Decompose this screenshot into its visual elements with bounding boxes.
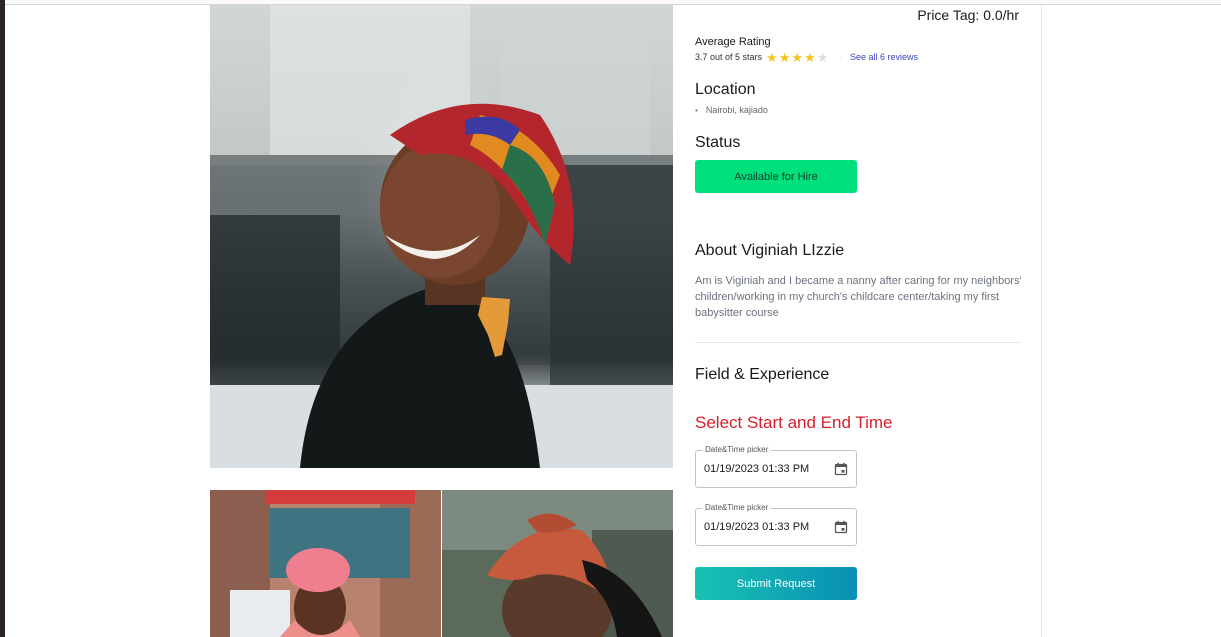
about-heading: About Viginiah LIzzie xyxy=(695,242,845,259)
profile-main-photo xyxy=(210,5,673,468)
available-for-hire-button[interactable]: Available for Hire xyxy=(695,160,857,193)
section-divider xyxy=(695,342,1021,343)
select-time-title: Select Start and End Time xyxy=(695,413,893,432)
status-heading: Status xyxy=(695,134,741,151)
start-datetime-picker[interactable]: Date&Time picker 01/19/2023 01:33 PM xyxy=(695,445,857,488)
location-item: Nairobi, kajiado xyxy=(695,105,768,115)
star-icon: ★ xyxy=(791,49,804,65)
separator-dot: · xyxy=(839,52,842,62)
calendar-icon[interactable] xyxy=(834,520,848,534)
star-icon: ★ xyxy=(816,49,829,65)
star-icon: ★ xyxy=(766,49,778,65)
star-icon: ★ xyxy=(778,49,791,65)
profile-thumbnail-1[interactable] xyxy=(210,490,441,637)
rating-summary: 3.7 out of 5 stars xyxy=(695,52,763,62)
see-all-reviews-link[interactable]: See all 6 reviews xyxy=(850,52,918,62)
content-divider xyxy=(1041,5,1042,637)
price-tag: Price Tag: 0.0/hr xyxy=(917,7,1019,23)
rating-stars: ★ ★ ★ ★ ★ xyxy=(766,51,829,64)
field-experience-heading: Field & Experience xyxy=(695,366,830,383)
end-datetime-picker[interactable]: Date&Time picker 01/19/2023 01:33 PM xyxy=(695,503,857,546)
about-text: Am is Viginiah and I became a nanny afte… xyxy=(695,275,1022,319)
end-datetime-label: Date&Time picker xyxy=(702,503,772,512)
submit-request-button[interactable]: Submit Request xyxy=(695,567,857,600)
rating-title: Average Rating xyxy=(695,36,771,48)
profile-thumbnail-2[interactable] xyxy=(442,490,673,637)
end-datetime-value[interactable]: 01/19/2023 01:33 PM xyxy=(704,521,809,533)
window-edge xyxy=(0,0,5,637)
calendar-icon[interactable] xyxy=(834,462,848,476)
star-icon: ★ xyxy=(804,49,816,65)
start-datetime-label: Date&Time picker xyxy=(702,445,772,454)
start-datetime-value[interactable]: 01/19/2023 01:33 PM xyxy=(704,463,809,475)
location-heading: Location xyxy=(695,81,756,98)
rating-row: 3.7 out of 5 stars ★ ★ ★ ★ ★ · See all 6… xyxy=(695,50,918,64)
